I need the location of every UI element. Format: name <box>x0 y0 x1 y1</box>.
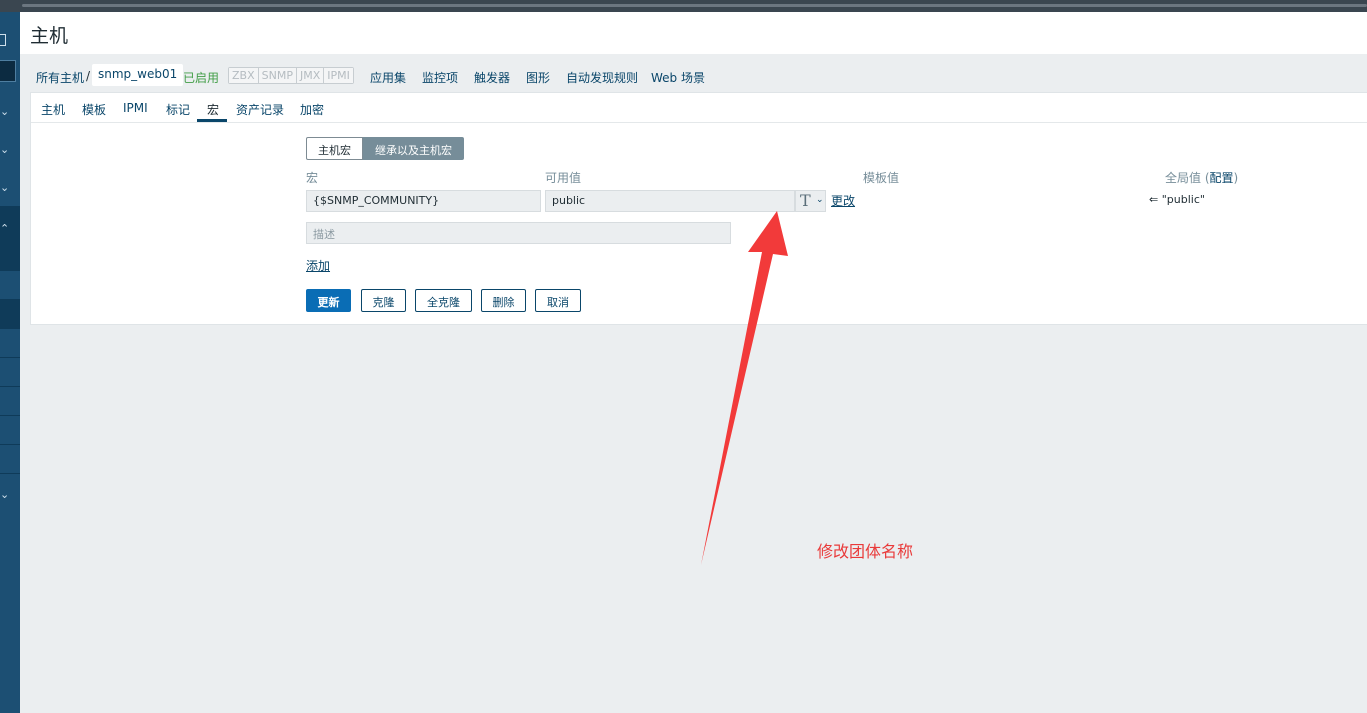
breadcrumb-items[interactable]: 监控项 <box>422 69 458 86</box>
config-link[interactable]: 配置 <box>1210 171 1234 185</box>
inherited-macros-button[interactable]: 继承以及主机宏 <box>363 137 464 160</box>
full-clone-button[interactable]: 全克隆 <box>415 289 472 312</box>
status-badge[interactable]: 已启用 <box>183 69 219 86</box>
clone-button[interactable]: 克隆 <box>361 289 406 312</box>
breadcrumb-discovery-rules[interactable]: 自动发现规则 <box>566 69 638 86</box>
sidebar-active-section <box>0 206 20 270</box>
value-type-dropdown[interactable]: T ⌄ <box>795 190 826 212</box>
chevron-down-icon: ⌄ <box>816 195 824 205</box>
form-tabs: 主机 模板 IPMI 标记 宏 资产记录 加密 <box>31 93 1367 123</box>
tab-inventory[interactable]: 资产记录 <box>236 101 284 118</box>
host-form-panel: 主机 模板 IPMI 标记 宏 资产记录 加密 主机宏 继承以及主机宏 宏 可用… <box>30 92 1367 325</box>
browser-top-strip <box>0 0 1367 12</box>
breadcrumb-separator: / <box>86 69 91 83</box>
sidebar: ⌄ ⌄ ⌄ ⌃ ⌄ <box>0 12 20 713</box>
breadcrumb-triggers[interactable]: 触发器 <box>474 69 510 86</box>
sidebar-divider <box>0 415 20 416</box>
macro-name-field[interactable]: {$SNMP_COMMUNITY} <box>306 190 541 212</box>
sidebar-chevron-down-icon[interactable]: ⌄ <box>0 181 20 194</box>
sidebar-submenu-item-active[interactable] <box>0 300 20 328</box>
macro-description-field[interactable]: 描述 <box>306 222 731 244</box>
ipmi-badge: IPMI <box>324 68 353 83</box>
column-header-effective-value: 可用值 <box>545 171 582 185</box>
cancel-button[interactable]: 取消 <box>535 289 581 312</box>
tab-tags[interactable]: 标记 <box>166 101 190 118</box>
global-value-label: 全局值 <box>1165 171 1202 185</box>
breadcrumb-all-hosts[interactable]: 所有主机 <box>36 69 84 86</box>
search-icon[interactable] <box>0 60 16 82</box>
sidebar-divider <box>0 473 20 474</box>
change-link[interactable]: 更改 <box>831 192 855 209</box>
add-macro-link[interactable]: 添加 <box>306 257 330 274</box>
snmp-badge: SNMP <box>258 68 297 83</box>
column-header-macro: 宏 <box>306 171 319 185</box>
tab-host[interactable]: 主机 <box>41 101 65 118</box>
annotation-text: 修改团体名称 <box>817 542 914 561</box>
update-button[interactable]: 更新 <box>306 289 351 312</box>
sidebar-divider <box>0 357 20 358</box>
window-edge <box>22 4 1367 7</box>
availability-badges: ZBX SNMP JMX IPMI <box>228 67 354 84</box>
sidebar-chevron-down-icon[interactable]: ⌄ <box>0 105 20 118</box>
sidebar-divider <box>0 270 20 271</box>
jmx-badge: JMX <box>296 68 325 83</box>
text-type-icon: T <box>800 191 811 210</box>
page-title: 主机 <box>30 25 69 47</box>
sidebar-collapse-icon[interactable] <box>0 34 6 46</box>
sidebar-divider <box>0 328 20 329</box>
sidebar-chevron-down-icon[interactable]: ⌄ <box>0 488 20 501</box>
macro-view-toggle: 主机宏 继承以及主机宏 <box>306 137 464 160</box>
sidebar-chevron-down-icon[interactable]: ⌄ <box>0 143 20 156</box>
tab-macros[interactable]: 宏 <box>207 101 219 118</box>
tab-ipmi[interactable]: IPMI <box>123 101 148 115</box>
tab-encryption[interactable]: 加密 <box>300 101 324 118</box>
sidebar-chevron-up-icon[interactable]: ⌃ <box>0 222 20 235</box>
breadcrumb-graphs[interactable]: 图形 <box>526 69 550 86</box>
host-macros-button[interactable]: 主机宏 <box>306 137 363 160</box>
page-header: 主机 <box>20 12 1367 54</box>
zbx-badge: ZBX <box>229 68 259 83</box>
column-header-global-value: 全局值 (配置) <box>1165 171 1239 185</box>
macro-value-field[interactable]: public <box>545 190 795 212</box>
column-header-template-value: 模板值 <box>863 171 900 185</box>
breadcrumb-current-host[interactable]: snmp_web01 <box>92 64 184 86</box>
active-tab-indicator <box>197 119 227 122</box>
breadcrumb-applications[interactable]: 应用集 <box>370 69 406 86</box>
tab-templates[interactable]: 模板 <box>82 101 106 118</box>
delete-button[interactable]: 删除 <box>481 289 526 312</box>
global-value: ⇐ "public" <box>1149 193 1205 206</box>
sidebar-divider <box>0 444 20 445</box>
breadcrumb: 所有主机 / snmp_web01 已启用 ZBX SNMP JMX IPMI … <box>30 62 1367 90</box>
breadcrumb-web-scenarios[interactable]: Web 场景 <box>651 69 705 86</box>
sidebar-divider <box>0 386 20 387</box>
